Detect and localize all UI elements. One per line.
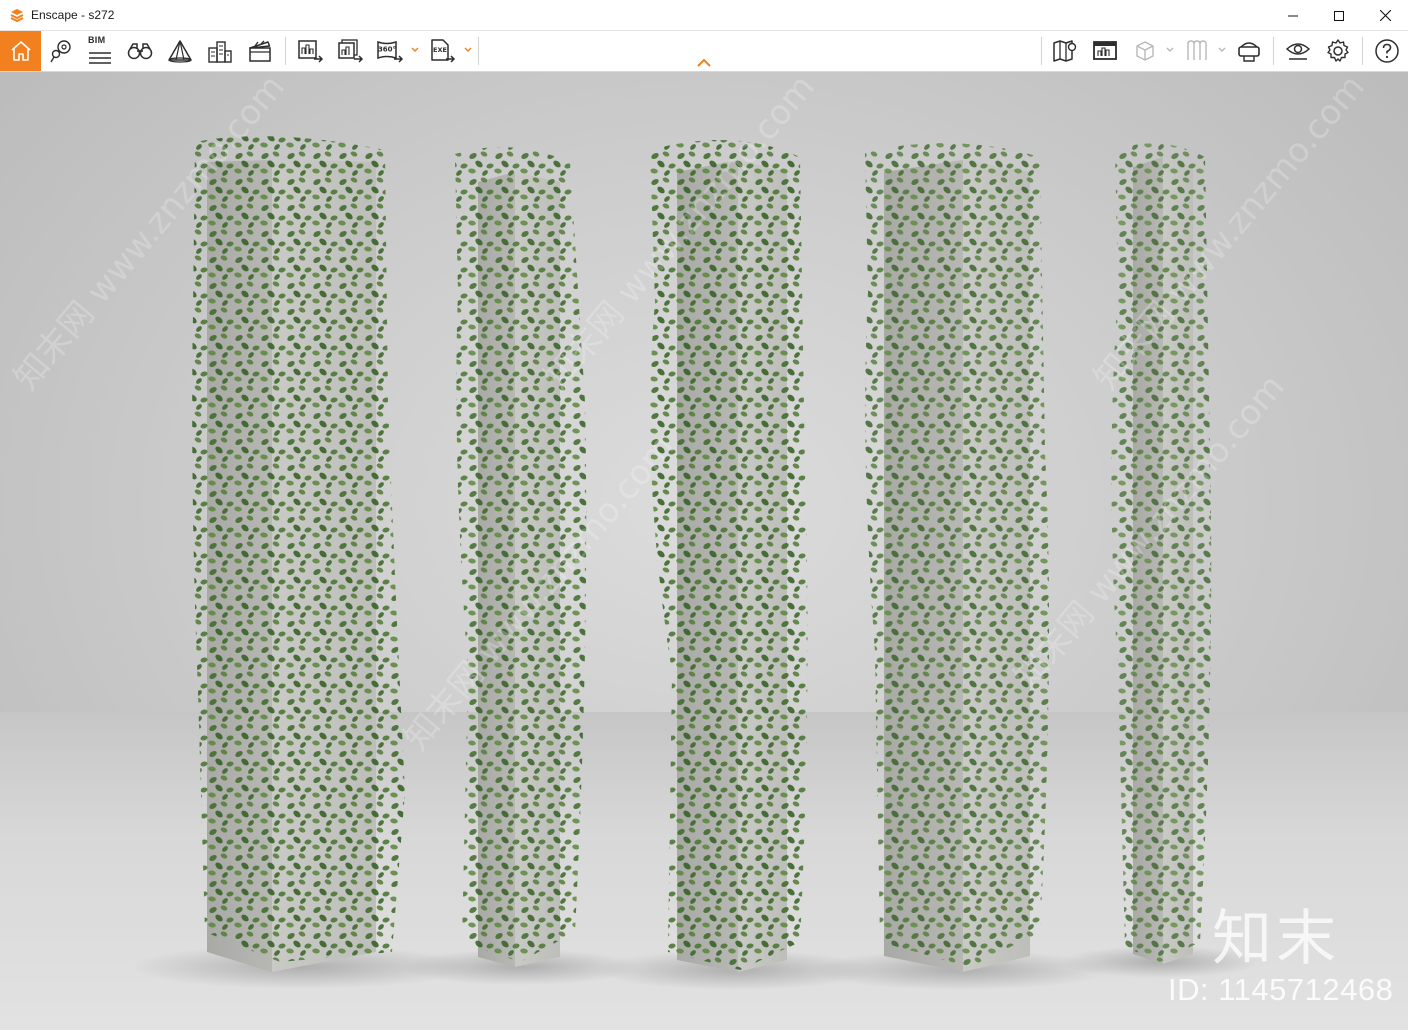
export-exe-icon: EXE <box>431 39 456 63</box>
views-icon <box>50 40 71 63</box>
ivy-columns-scene: 知末网 www.znzmo.com 知末网 www.znzmo.com 知末网 … <box>6 72 1373 990</box>
enscape-logo-icon <box>10 9 24 23</box>
walk-mode-button[interactable] <box>120 31 160 71</box>
maximize-icon <box>1334 10 1344 21</box>
chevron-down-icon <box>411 47 419 52</box>
vr-button[interactable] <box>1177 31 1217 71</box>
binoculars-icon <box>127 43 153 60</box>
map-button[interactable] <box>1045 31 1085 71</box>
fly-mode-icon <box>168 40 192 63</box>
chevron-down-icon <box>1166 47 1174 52</box>
watermark-id: ID: 1145712468 <box>1168 972 1394 1007</box>
vr-dropdown-arrow[interactable] <box>1217 43 1227 57</box>
chevron-down-icon <box>1218 47 1226 52</box>
render-viewport[interactable]: 知末网 www.znzmo.com 知末网 www.znzmo.com 知末网 … <box>0 72 1408 1030</box>
settings-button[interactable] <box>1318 31 1358 71</box>
batch-render-icon <box>338 39 364 63</box>
maximize-button[interactable] <box>1316 0 1362 31</box>
headset-icon <box>1238 42 1260 62</box>
batch-render-button[interactable] <box>330 31 370 71</box>
render-screenshot-icon <box>298 40 324 63</box>
toolbar-separator <box>1273 37 1274 65</box>
sync-views-button[interactable] <box>200 31 240 71</box>
export-exe-button[interactable]: EXE <box>423 31 463 71</box>
panorama-dropdown-arrow[interactable] <box>410 43 420 57</box>
render-screenshot-button[interactable] <box>290 31 330 71</box>
toolbar-separator <box>478 37 479 65</box>
column-1 <box>192 136 405 972</box>
fly-mode-button[interactable] <box>160 31 200 71</box>
column-4 <box>865 143 1049 972</box>
video-editor-button[interactable] <box>240 31 280 71</box>
view-management-button[interactable] <box>1085 31 1125 71</box>
headset-button[interactable] <box>1229 31 1269 71</box>
visual-settings-button[interactable] <box>1278 31 1318 71</box>
close-icon <box>1379 10 1391 21</box>
export-dropdown-arrow[interactable] <box>463 43 473 57</box>
map-icon <box>1053 40 1077 62</box>
buildings-icon <box>208 41 232 63</box>
close-button[interactable] <box>1362 0 1408 31</box>
svg-text:EXE: EXE <box>433 46 447 54</box>
visual-settings-icon <box>1285 43 1311 60</box>
help-icon <box>1375 39 1399 63</box>
svg-text:360°: 360° <box>378 46 396 54</box>
cube-icon <box>1136 41 1154 61</box>
help-button[interactable] <box>1367 31 1407 71</box>
minimize-button[interactable] <box>1270 0 1316 31</box>
title-bar: Enscape - s272 <box>0 0 1408 31</box>
toolbar-separator <box>1041 37 1042 65</box>
cube-dropdown-arrow[interactable] <box>1165 43 1175 57</box>
window-title: Enscape - s272 <box>31 8 115 22</box>
minimize-icon <box>1288 15 1298 16</box>
toolbar-separator <box>1362 37 1363 65</box>
toolbar-separator <box>285 37 286 65</box>
view-management-icon <box>1093 41 1117 60</box>
watermark-logo: 知末 <box>1212 904 1340 974</box>
home-icon <box>10 41 31 61</box>
cube-button[interactable] <box>1125 31 1165 71</box>
panorama-360-button[interactable]: 360° <box>370 31 410 71</box>
bim-button[interactable]: BIM <box>80 31 120 71</box>
toolbar-collapse-icon[interactable] <box>695 57 713 69</box>
vr-icon <box>1187 40 1207 60</box>
panorama-360-icon: 360° <box>377 40 404 63</box>
settings-gear-icon <box>1327 39 1349 62</box>
bim-icon <box>89 52 111 64</box>
views-button[interactable] <box>41 31 81 71</box>
clapperboard-icon <box>249 40 271 62</box>
bim-label: BIM <box>88 35 106 45</box>
chevron-down-icon <box>464 47 472 52</box>
home-button[interactable] <box>0 31 41 71</box>
